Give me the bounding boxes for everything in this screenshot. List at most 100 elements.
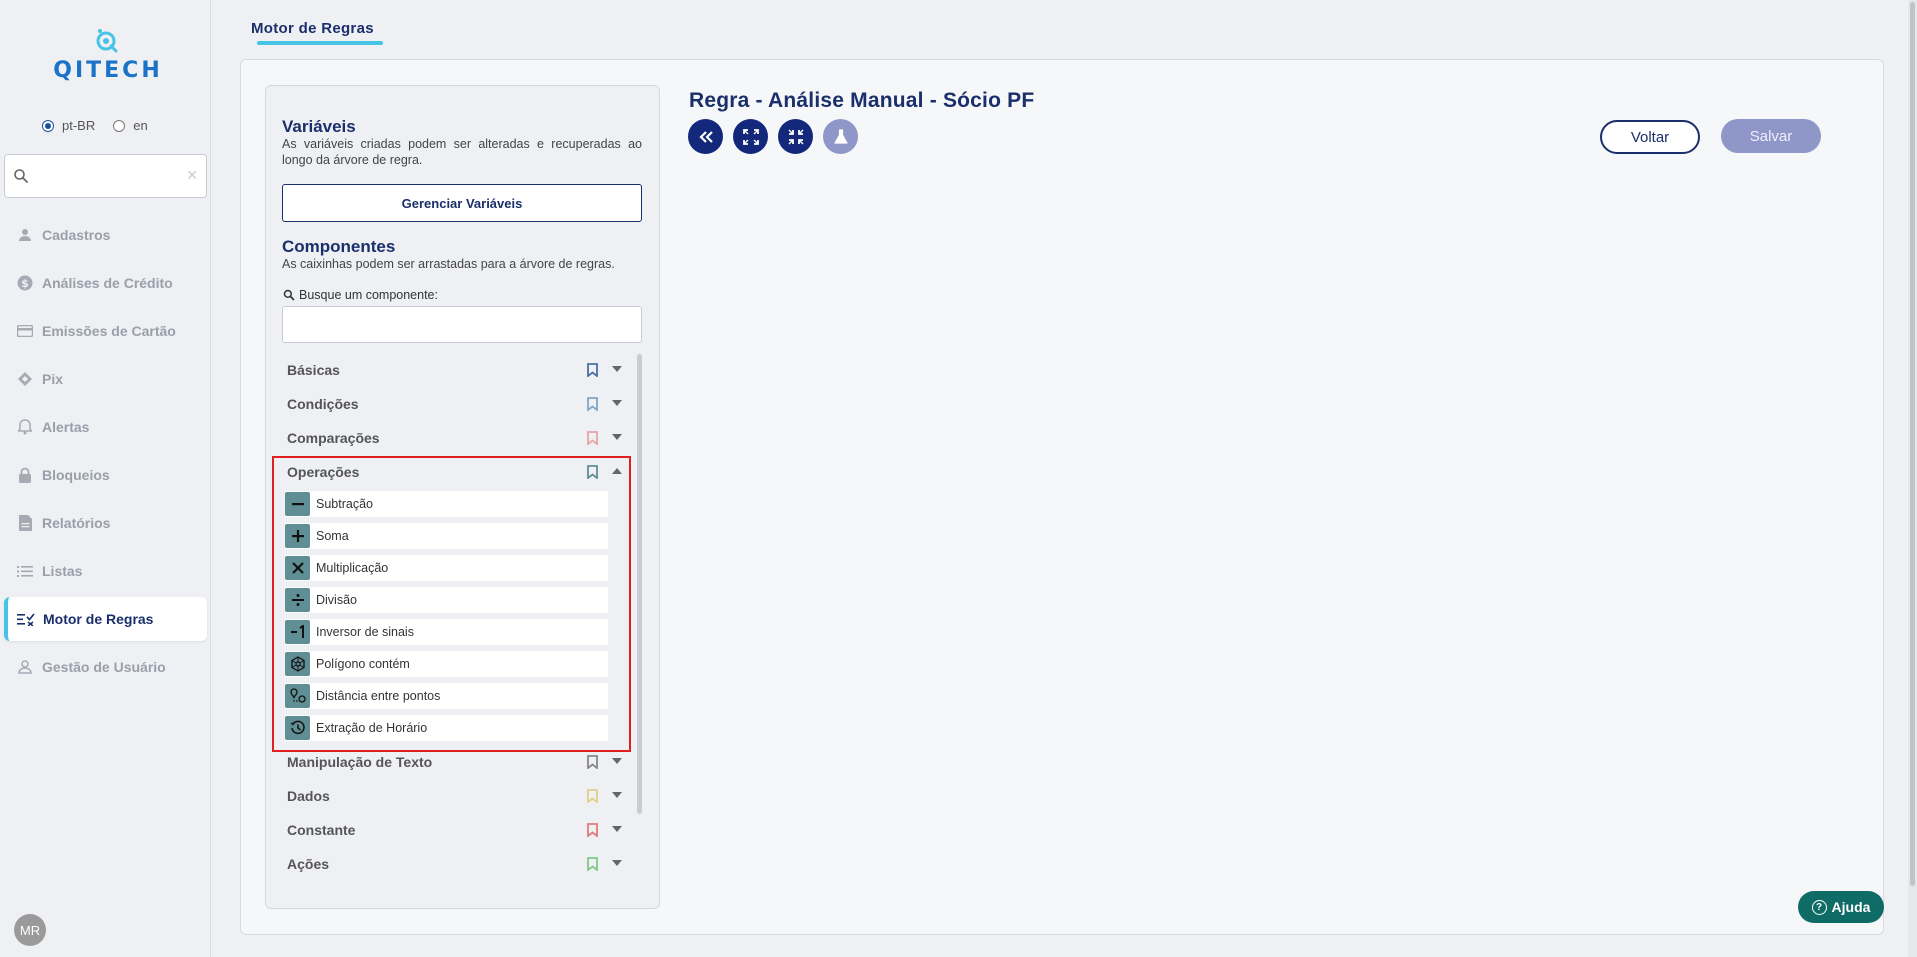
component-search-input[interactable] (282, 306, 642, 343)
category-dados[interactable]: Dados (287, 786, 627, 806)
sidebar-item-motor-regras[interactable]: Motor de Regras (4, 597, 207, 641)
category-label: Comparações (287, 430, 380, 446)
sidebar-item-pix[interactable]: Pix (4, 357, 207, 401)
sidebar-item-relatorios[interactable]: Relatórios (4, 501, 207, 545)
help-button[interactable]: ? Ajuda (1798, 891, 1884, 923)
clock-history-icon (285, 716, 310, 740)
operation-item-subtracao[interactable]: Subtração (285, 491, 608, 517)
document-icon (16, 514, 34, 532)
sidebar-search-input[interactable]: ✕ (4, 154, 207, 198)
tab-active-indicator (257, 41, 383, 45)
chevron-down-icon[interactable] (612, 758, 622, 764)
window-scrollbar[interactable] (1908, 0, 1917, 957)
collapse-panel-button[interactable] (688, 119, 723, 154)
operation-item-multiplicacao[interactable]: Multiplicação (285, 555, 608, 581)
qitech-logo[interactable]: QITECH (48, 26, 168, 84)
sidebar-item-label: Emissões de Cartão (42, 323, 176, 339)
sidebar-item-listas[interactable]: Listas (4, 549, 207, 593)
radio-selected-icon[interactable] (42, 119, 54, 132)
sidebar-item-analises-credito[interactable]: $ Análises de Crédito (4, 261, 207, 305)
chevron-down-icon[interactable] (612, 860, 622, 866)
operation-label: Polígono contém (316, 657, 410, 671)
variables-title: Variáveis (282, 117, 356, 136)
help-label: Ajuda (1831, 899, 1871, 915)
lang-label-ptbr: pt-BR (62, 118, 96, 133)
sidebar-item-alertas[interactable]: Alertas (4, 405, 207, 449)
variables-description: As variáveis criadas podem ser alteradas… (282, 137, 642, 167)
components-description: As caixinhas podem ser arrastadas para a… (282, 257, 615, 271)
test-rule-button[interactable] (823, 119, 858, 154)
operation-item-soma[interactable]: Soma (285, 523, 608, 549)
category-label: Constante (287, 822, 356, 838)
category-condicoes[interactable]: Condições (287, 394, 627, 414)
component-search-label: Busque um componente: (283, 288, 438, 302)
operation-item-distancia-pontos[interactable]: Distância entre pontos (285, 683, 608, 709)
operation-label: Inversor de sinais (316, 625, 414, 639)
pix-icon (16, 370, 34, 388)
category-acoes[interactable]: Ações (287, 854, 627, 874)
bookmark-icon (587, 397, 598, 411)
category-label: Básicas (287, 362, 340, 378)
operation-label: Distância entre pontos (316, 689, 441, 703)
search-icon (283, 289, 295, 301)
expand-button[interactable] (733, 119, 768, 154)
chevron-down-icon[interactable] (612, 826, 622, 832)
operation-label: Subtração (316, 497, 373, 511)
lang-option-en[interactable]: en (113, 118, 148, 133)
operation-label: Divisão (316, 593, 357, 607)
chevron-down-icon[interactable] (612, 792, 622, 798)
polygon-icon (285, 652, 310, 676)
chevron-down-icon[interactable] (612, 366, 622, 372)
components-scrollbar[interactable] (637, 354, 642, 814)
person-icon (16, 226, 34, 244)
sidebar-item-label: Motor de Regras (43, 611, 154, 627)
category-label: Dados (287, 788, 330, 804)
collapse-left-icon (698, 130, 713, 143)
category-constante[interactable]: Constante (287, 820, 627, 840)
category-comparacoes[interactable]: Comparações (287, 428, 627, 448)
sidebar-item-label: Relatórios (42, 515, 111, 531)
user-outline-icon (16, 658, 34, 676)
lang-label-en: en (133, 118, 148, 133)
compress-button[interactable] (778, 119, 813, 154)
svg-text:$: $ (21, 277, 29, 290)
sidebar-item-label: Bloqueios (42, 467, 110, 483)
language-selector: pt-BR en (42, 118, 166, 133)
category-label: Condições (287, 396, 359, 412)
sidebar-item-bloqueios[interactable]: Bloqueios (4, 453, 207, 497)
sidebar-item-emissoes-cartao[interactable]: Emissões de Cartão (4, 309, 207, 353)
sidebar-item-label: Cadastros (42, 227, 111, 243)
question-icon: ? (1811, 899, 1827, 915)
lang-option-ptbr[interactable]: pt-BR (42, 118, 95, 133)
sidebar-item-label: Alertas (42, 419, 90, 435)
sidebar-item-gestao-usuario[interactable]: Gestão de Usuário (4, 645, 207, 689)
operation-item-divisao[interactable]: Divisão (285, 587, 608, 613)
category-basicas[interactable]: Básicas (287, 360, 627, 380)
flask-icon (833, 128, 848, 144)
dollar-circle-icon: $ (16, 274, 34, 292)
back-button[interactable]: Voltar (1600, 120, 1700, 154)
chevron-down-icon[interactable] (612, 400, 622, 406)
operation-item-poligono-contem[interactable]: Polígono contém (285, 651, 608, 677)
compress-icon (788, 129, 803, 144)
manage-variables-button[interactable]: Gerenciar Variáveis (282, 184, 642, 222)
clear-icon[interactable]: ✕ (186, 167, 198, 184)
operation-item-inversor-sinais[interactable]: Inversor de sinais (285, 619, 608, 645)
components-title: Componentes (282, 237, 396, 256)
operation-item-extracao-horario[interactable]: Extração de Horário (285, 715, 608, 741)
sign-inverter-icon (285, 620, 310, 644)
sidebar-item-label: Listas (42, 563, 83, 579)
bookmark-icon (587, 363, 598, 377)
window-scrollbar-thumb[interactable] (1910, 2, 1915, 886)
sidebar-item-cadastros[interactable]: Cadastros (4, 213, 207, 257)
minus-icon (285, 492, 310, 516)
avatar[interactable]: MR (14, 914, 46, 946)
save-button[interactable]: Salvar (1721, 119, 1821, 153)
bookmark-icon (587, 789, 598, 803)
category-manipulacao-texto[interactable]: Manipulação de Texto (287, 752, 627, 772)
radio-unselected-icon[interactable] (113, 119, 126, 132)
tab-motor-regras[interactable]: Motor de Regras (251, 20, 374, 37)
bookmark-icon (587, 823, 598, 837)
operation-label: Extração de Horário (316, 721, 428, 735)
chevron-down-icon[interactable] (612, 434, 622, 440)
